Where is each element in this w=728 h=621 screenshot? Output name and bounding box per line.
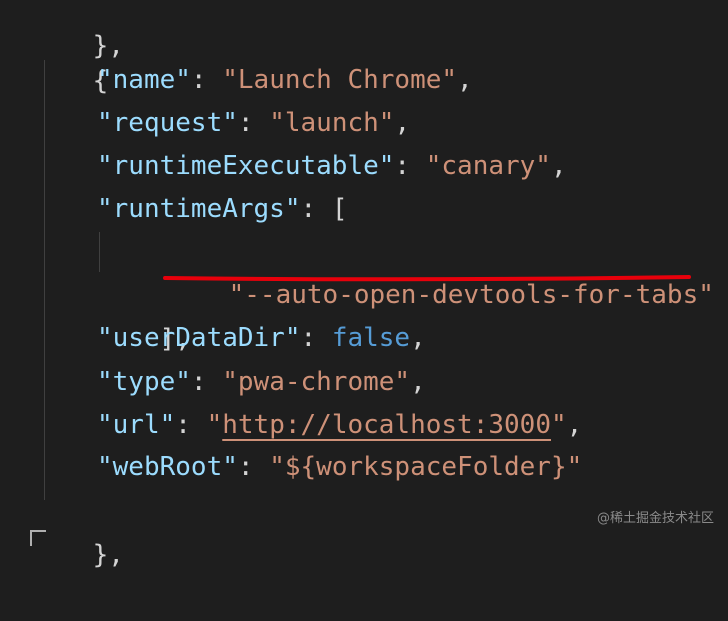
json-key: "type"	[97, 367, 191, 397]
next-brace-fragment	[30, 530, 46, 546]
json-string-value: "Launch Chrome"	[222, 65, 458, 95]
code-editor[interactable]: }, { "name": "Launch Chrome", "request":…	[0, 0, 728, 570]
json-key: "webRoot"	[97, 452, 238, 482]
json-key: "url"	[97, 410, 176, 440]
json-boolean-value: false	[331, 323, 411, 353]
json-key: "request"	[97, 108, 238, 138]
code-line-request: "request": "launch",	[97, 108, 411, 138]
array-open-bracket: [	[331, 194, 348, 224]
json-key: "userDataDir"	[97, 323, 301, 353]
json-string-value: "launch"	[269, 108, 395, 138]
highlighted-arg-string: "--auto-open-devtools-for-tabs"	[228, 280, 714, 310]
code-line-url: "url": "http://localhost:3000",	[97, 410, 583, 440]
json-key: "name"	[97, 65, 191, 95]
code-line-runtime-args: "runtimeArgs": [	[97, 194, 348, 224]
json-string-value: "${workspaceFolder}"	[269, 452, 583, 482]
code-line-args-close: ],	[97, 273, 191, 354]
code-line-open-brace: {	[30, 15, 109, 96]
code-line-type: "type": "pwa-chrome",	[97, 367, 426, 397]
code-line-web-root: "webRoot": "${workspaceFolder}"	[97, 452, 583, 482]
url-link[interactable]: http://localhost:3000	[222, 410, 551, 440]
red-annotation-underline	[163, 275, 691, 282]
json-string-value: "pwa-chrome"	[222, 367, 411, 397]
json-key: "runtimeExecutable"	[97, 151, 395, 181]
code-line-arg: "--auto-open-devtools-for-tabs"	[166, 229, 714, 310]
json-string-value: "canary"	[425, 151, 551, 181]
watermark: @稀土掘金技术社区	[596, 511, 714, 526]
code-line-runtime-executable: "runtimeExecutable": "canary",	[97, 151, 567, 181]
code-line-close-brace: },	[30, 489, 124, 570]
code-line-name: "name": "Launch Chrome",	[97, 65, 473, 95]
code-line-user-data-dir: "userDataDir": false,	[97, 323, 426, 353]
closing-brace: },	[92, 540, 124, 570]
json-key: "runtimeArgs"	[97, 194, 301, 224]
indent-guide-nested	[99, 232, 100, 272]
